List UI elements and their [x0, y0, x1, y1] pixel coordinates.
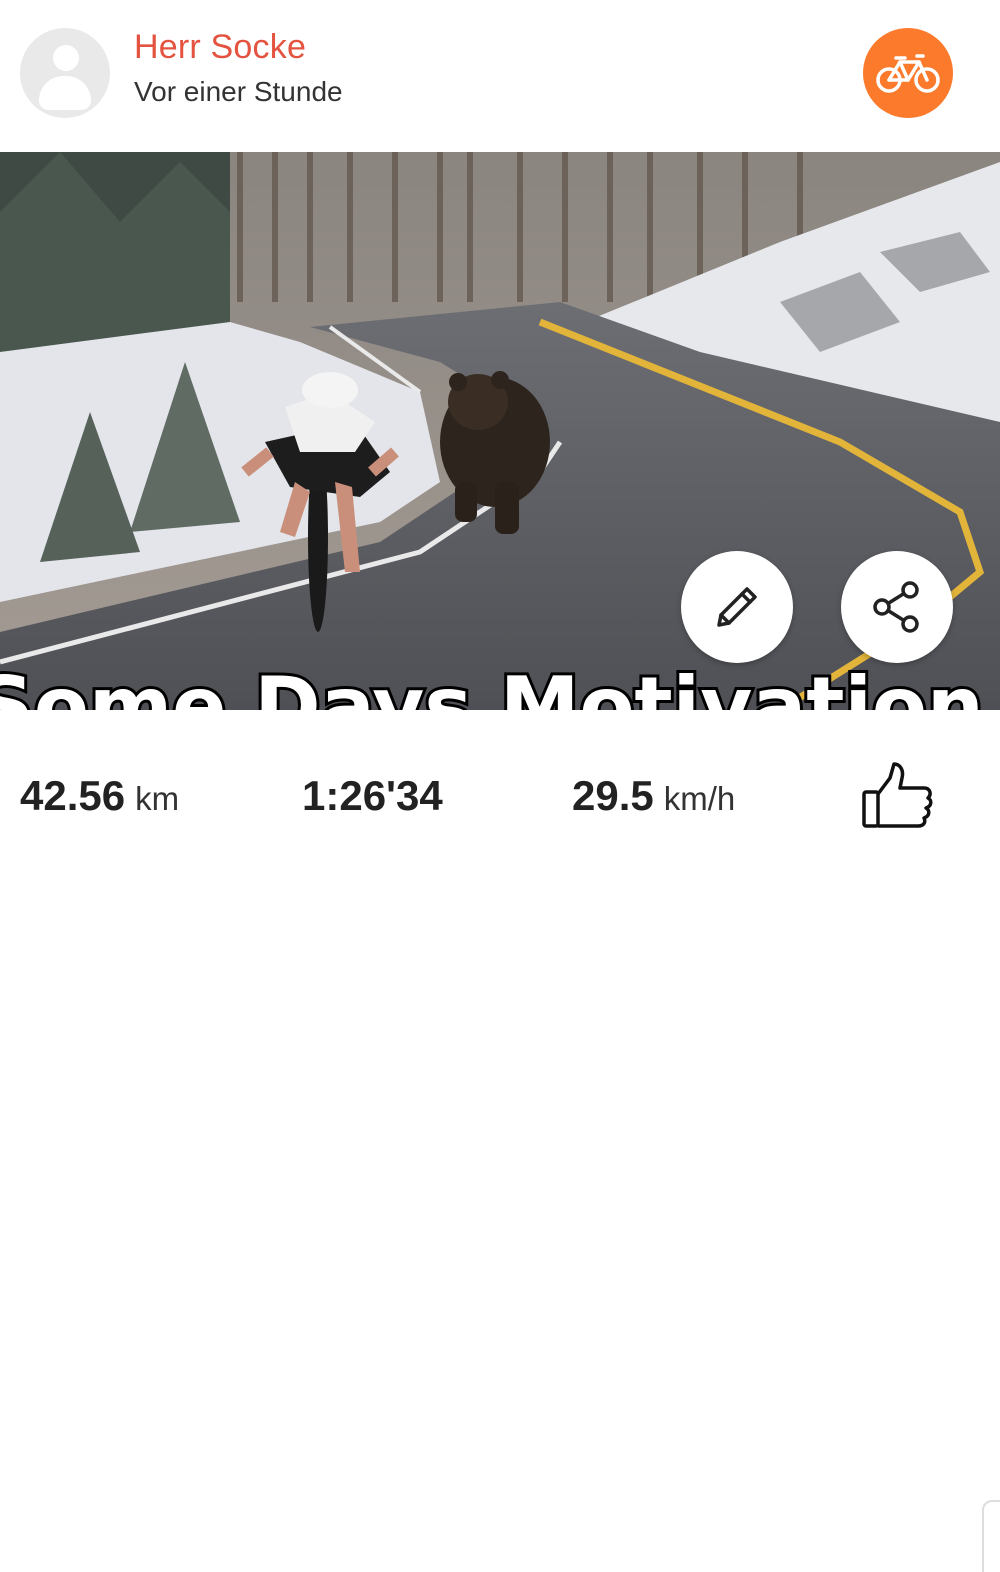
- like-button[interactable]: [858, 758, 936, 836]
- activity-photo[interactable]: Some Days Motivation: [0, 152, 1000, 710]
- duration-value: 1:26'34: [302, 772, 443, 819]
- share-icon: [873, 581, 919, 633]
- duration-stat: 1:26'34: [302, 772, 443, 820]
- photo-overlay-text: Some Days Motivation: [0, 660, 984, 710]
- avatar[interactable]: [20, 28, 110, 118]
- speed-stat: 29.5 km/h: [572, 772, 735, 820]
- speed-value: 29.5: [572, 772, 654, 819]
- pencil-icon: [717, 587, 757, 627]
- activity-header: Herr Socke Vor einer Stunde: [0, 0, 1000, 152]
- avatar-head: [53, 45, 79, 71]
- bicycle-icon: [876, 54, 940, 93]
- speed-unit: km/h: [663, 780, 736, 817]
- activity-type-badge: [863, 28, 953, 118]
- distance-unit: km: [135, 780, 180, 817]
- page-edge: [982, 1500, 1000, 1572]
- edit-button[interactable]: [681, 551, 793, 663]
- thumbs-up-icon: [862, 762, 933, 828]
- share-button[interactable]: [841, 551, 953, 663]
- distance-stat: 42.56 km: [20, 772, 179, 820]
- distance-value: 42.56: [20, 772, 126, 819]
- user-name[interactable]: Herr Socke: [134, 28, 306, 67]
- activity-time: Vor einer Stunde: [134, 76, 343, 107]
- activity-stats: 42.56 km 1:26'34 29.5 km/h: [0, 710, 1000, 1572]
- avatar-body: [39, 76, 91, 110]
